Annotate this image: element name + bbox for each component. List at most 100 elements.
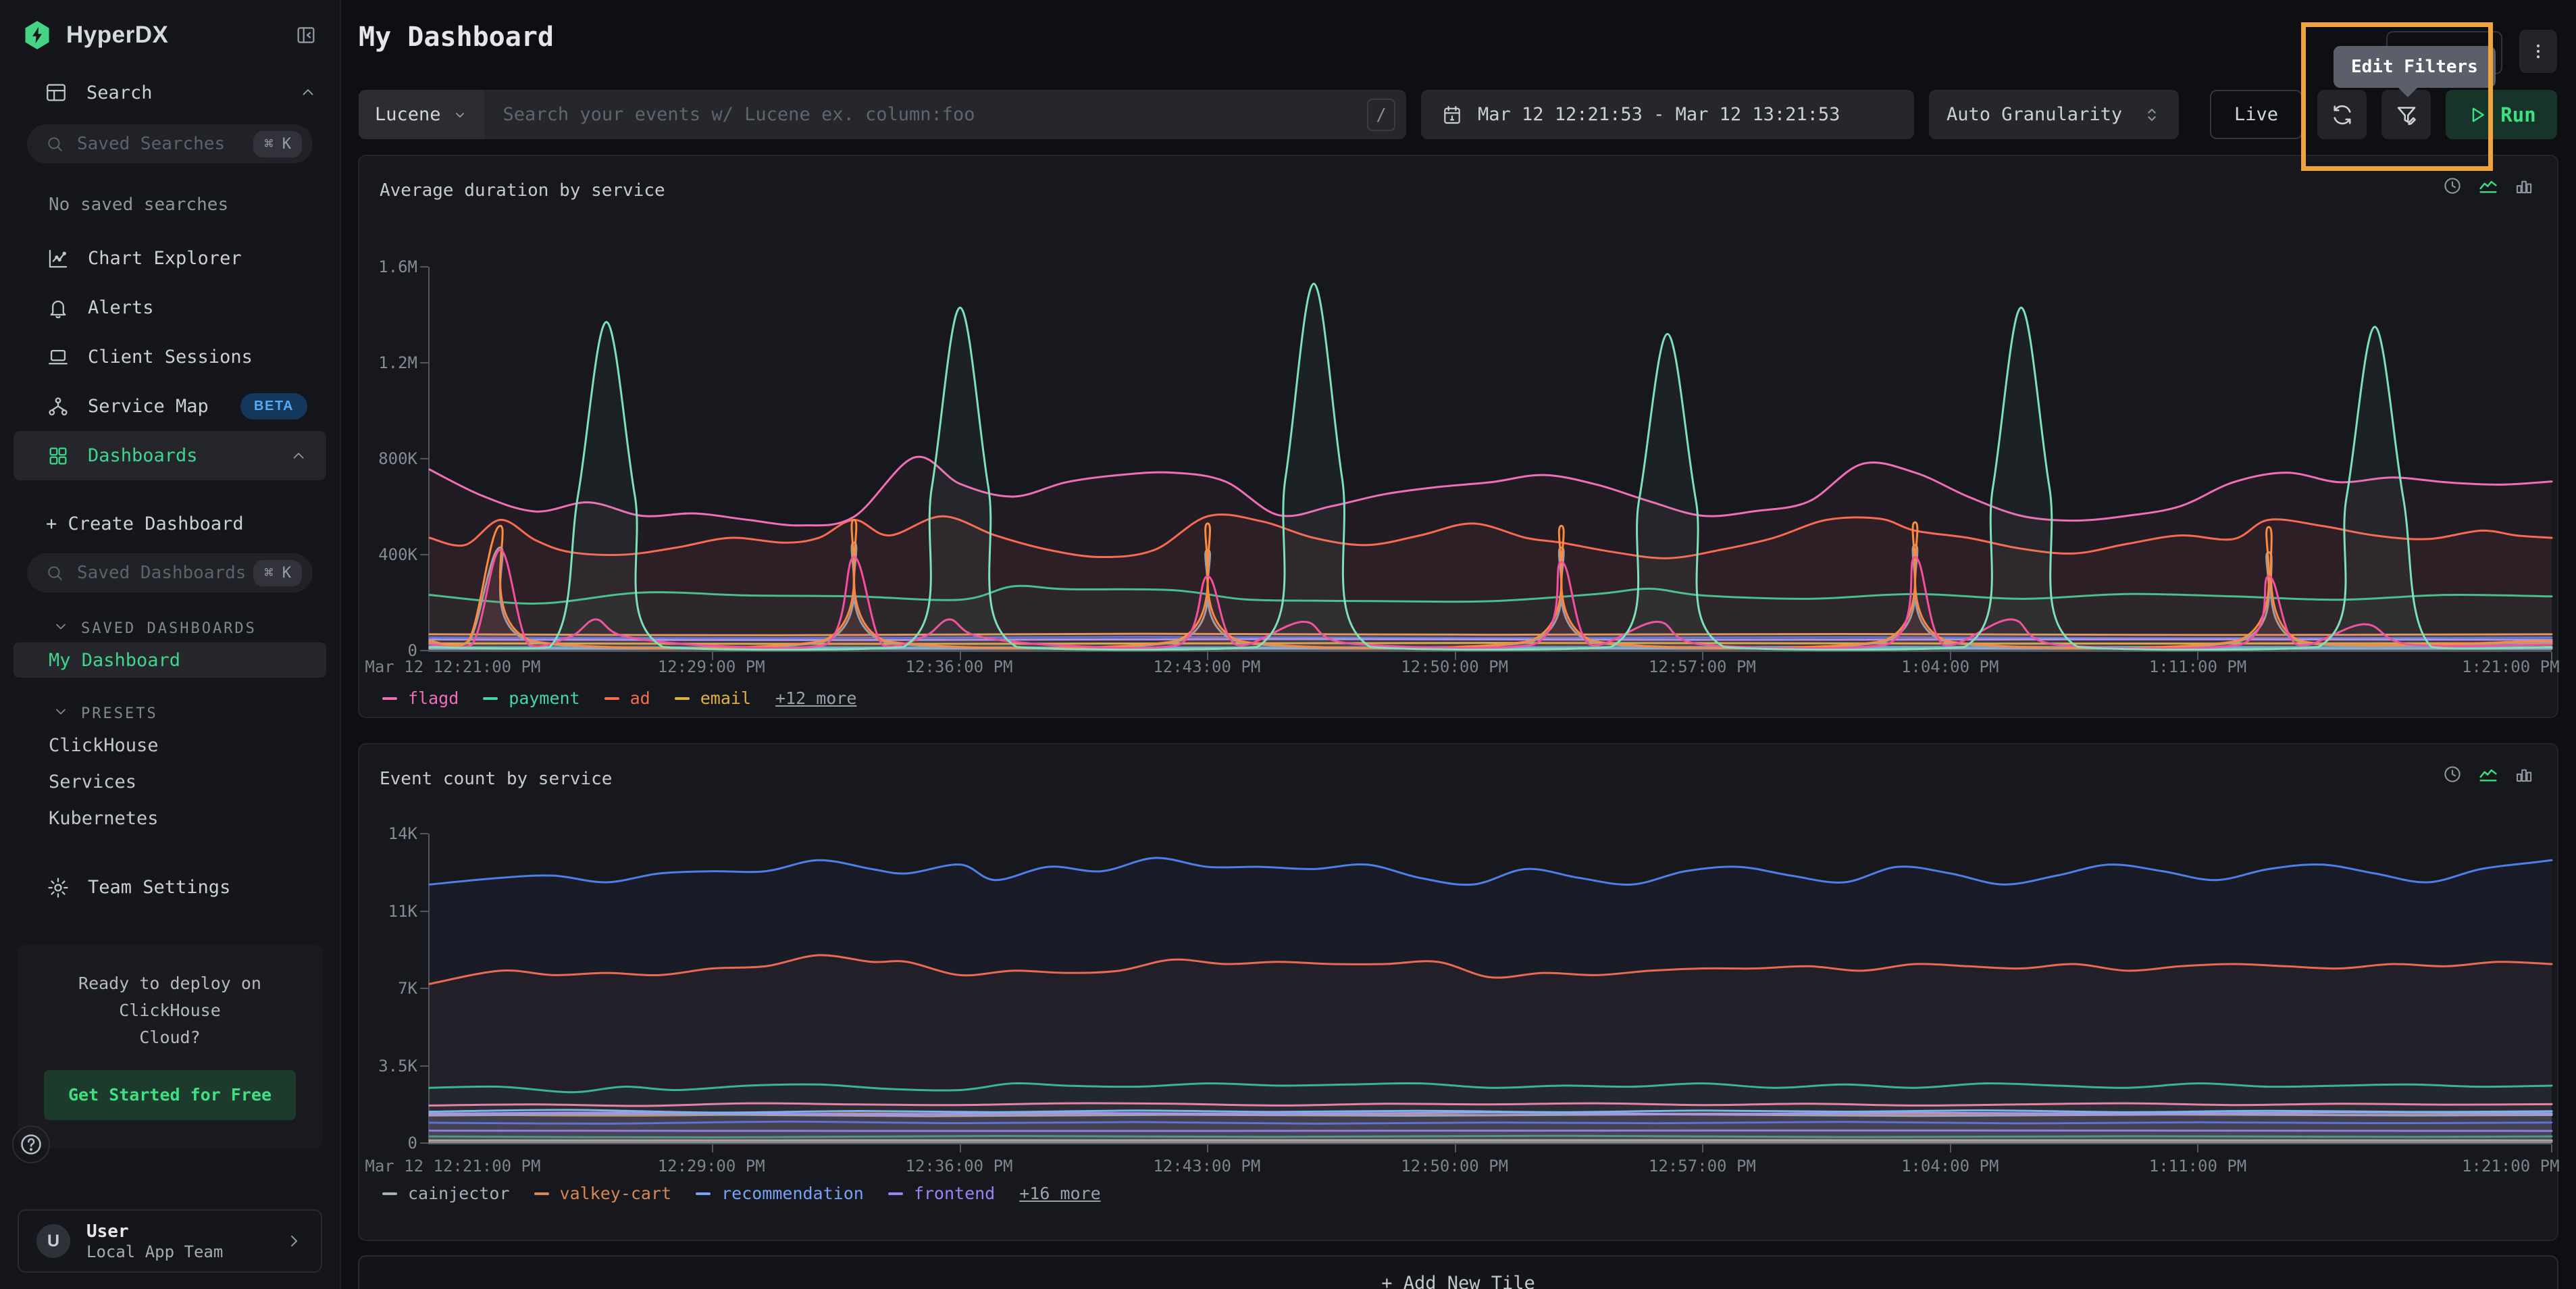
y-axis-label: 800K [378,449,417,468]
sidebar-item-chart-explorer[interactable]: Chart Explorer [14,234,326,283]
sidebar-item-label: Team Settings [88,877,230,898]
legend-dash [888,1192,903,1195]
chart-tile-event-count: Event count by service 14K11K7K3.5K0 Mar… [358,743,2558,1241]
legend-item-recommendation[interactable]: recommendation [696,1184,864,1203]
time-range-icon[interactable] [2442,764,2463,784]
run-button[interactable]: Run [2446,90,2557,139]
granularity-select[interactable]: Auto Granularity [1929,90,2179,139]
bar-chart-icon[interactable] [2514,176,2534,196]
x-tick-mark [1950,1144,1951,1153]
x-tick-mark [712,1144,713,1153]
dashboard-link-my-dashboard[interactable]: My Dashboard [14,642,326,678]
x-axis-label: 1:11:00 PM [2149,657,2247,676]
sidebar-item-label: Service Map [88,396,209,417]
legend-more-link[interactable]: +12 more [775,688,856,708]
chart-plot-area[interactable]: 1.6M1.2M800K400K0 [428,267,2552,652]
y-tick-mark [420,458,428,459]
y-tick-mark [420,266,428,268]
help-button[interactable] [12,1126,50,1163]
page-title: My Dashboard [359,22,554,53]
slash-shortcut-badge: / [1367,99,1395,131]
legend-item-payment[interactable]: payment [483,688,579,708]
chart-toolbar [2442,763,2534,785]
sidebar-item-alerts[interactable]: Alerts [14,283,326,332]
hyperdx-logo-icon [23,20,51,51]
chart-legend: cainjector valkey-cart recommendation front… [382,1184,1101,1203]
sidebar-collapse-icon[interactable] [295,24,317,46]
date-range-picker[interactable]: Mar 12 12:21:53 - Mar 12 13:21:53 [1421,90,1914,139]
legend-more-link[interactable]: +16 more [1019,1184,1100,1203]
line-chart-icon[interactable] [2477,175,2499,197]
legend-dash [382,1192,397,1195]
y-axis-label: 1.6M [378,257,417,276]
legend-item-flagd[interactable]: flagd [382,688,459,708]
event-search-input[interactable]: Lucene Search your events w/ Lucene ex. … [359,90,1406,139]
legend-item-ad[interactable]: ad [604,688,650,708]
legend-item-frontend[interactable]: frontend [888,1184,995,1203]
legend-label: flagd [408,688,459,708]
y-tick-mark [420,362,428,363]
overflow-menu-button[interactable] [2519,30,2557,73]
sidebar-item-search[interactable]: Search [0,70,340,115]
shortcut-badge: ⌘ K [253,560,302,586]
sidebar-item-label: Client Sessions [88,347,253,368]
get-started-button[interactable]: Get Started for Free [44,1070,296,1120]
search-icon [46,135,63,153]
preset-link-services[interactable]: Services [14,764,326,799]
legend-item-cainjector[interactable]: cainjector [382,1184,510,1203]
legend-label: ad [630,688,650,708]
refresh-button[interactable] [2317,90,2367,139]
search-section-icon [45,81,68,104]
x-axis-label: 12:36:00 PM [906,1157,1013,1176]
saved-searches-placeholder: Saved Searches [77,134,225,154]
saved-searches-input[interactable]: Saved Searches ⌘ K [27,124,313,163]
x-axis-label: 12:57:00 PM [1649,657,1756,676]
legend-label: frontend [914,1184,995,1203]
x-axis-label: 12:57:00 PM [1649,1157,1756,1176]
user-menu[interactable]: U User Local App Team [18,1209,322,1273]
refresh-icon [2330,103,2354,127]
chart-plot-area[interactable]: 14K11K7K3.5K0 [428,834,2552,1144]
line-chart-icon[interactable] [2477,763,2499,785]
create-dashboard-button[interactable]: + Create Dashboard [0,503,340,544]
add-new-tile-button[interactable]: + Add New Tile [358,1255,2558,1289]
legend-item-valkey-cart[interactable]: valkey-cart [534,1184,672,1203]
x-axis-label: 1:04:00 PM [1901,1157,1999,1176]
y-axis-label: 400K [378,545,417,564]
query-language-select[interactable]: Lucene [359,90,484,139]
sidebar-item-label: Alerts [88,297,154,318]
user-name: User [86,1221,223,1243]
user-team: Local App Team [86,1242,223,1261]
x-tick-mark [960,1144,961,1153]
chart-title: Average duration by service [380,180,665,201]
filter-edit-icon [2394,103,2419,127]
saved-dashboards-group-header[interactable]: SAVED DASHBOARDS [53,618,340,638]
y-axis-label: 14K [388,824,417,843]
promo-text-line1: Ready to deploy on ClickHouse [31,970,309,1024]
shortcut-badge: ⌘ K [253,131,302,157]
logo-row: HyperDX [0,0,340,70]
y-tick-mark [420,988,428,989]
sidebar-item-team-settings[interactable]: Team Settings [14,863,326,912]
time-range-icon[interactable] [2442,176,2463,196]
sidebar-item-client-sessions[interactable]: Client Sessions [14,332,326,382]
x-axis-labels: Mar 12 12:21:00 PM12:29:00 PM12:36:00 PM… [428,1157,2552,1177]
saved-dashboards-list: My Dashboard [0,642,340,678]
preset-link-kubernetes[interactable]: Kubernetes [14,801,326,836]
presets-group-header[interactable]: PRESETS [53,703,340,724]
legend-label: cainjector [408,1184,510,1203]
y-tick-mark [420,833,428,834]
sidebar-item-dashboards[interactable]: Dashboards [14,431,326,480]
legend-item-email[interactable]: email [675,688,751,708]
x-axis-label: 1:21:00 PM [2462,1157,2560,1176]
preset-link-clickhouse[interactable]: ClickHouse [14,728,326,763]
legend-label: payment [509,688,579,708]
sidebar-item-service-map[interactable]: Service MapBETA [14,382,326,431]
bar-chart-icon[interactable] [2514,764,2534,784]
chart-title: Event count by service [380,769,612,789]
edit-filters-tooltip: Edit Filters [2334,46,2496,88]
x-axis-label: 12:43:00 PM [1153,1157,1260,1176]
x-axis-label: 1:21:00 PM [2462,657,2560,676]
live-button[interactable]: Live [2210,90,2302,139]
saved-dashboards-input[interactable]: Saved Dashboards ⌘ K [27,553,313,592]
